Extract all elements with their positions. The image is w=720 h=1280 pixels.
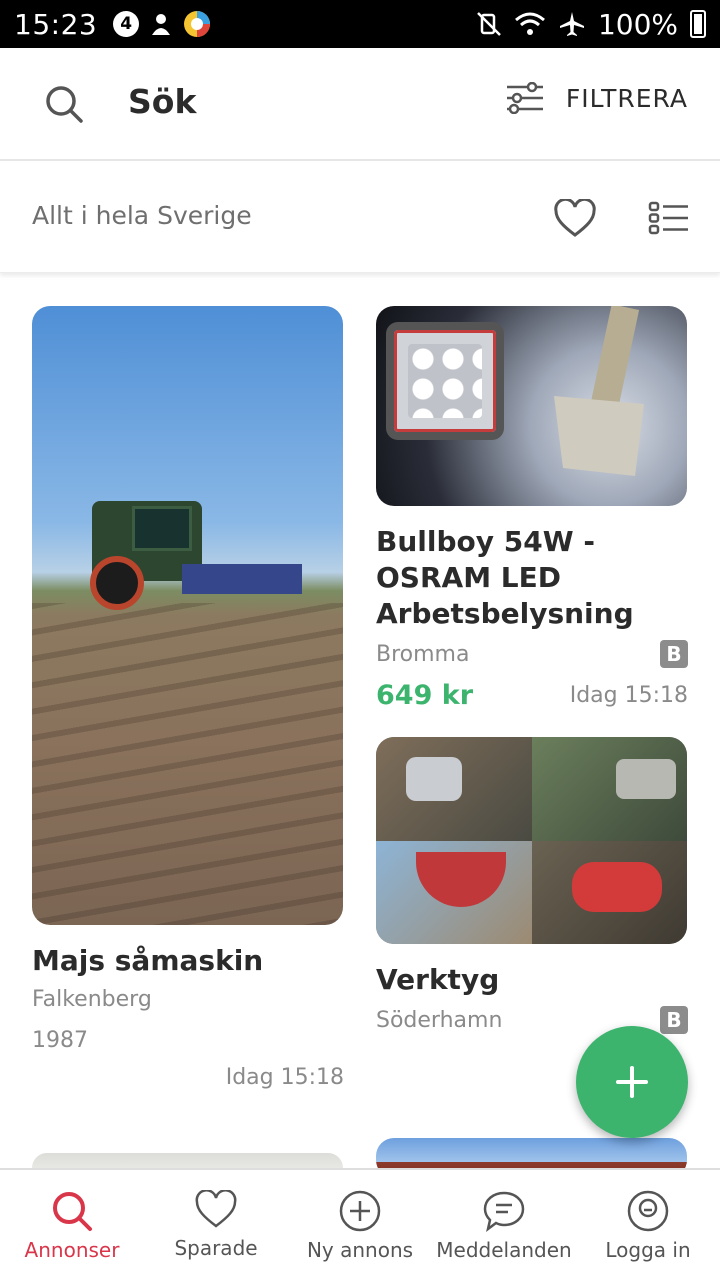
listing-location: Bromma [376,641,470,667]
listing-image[interactable] [376,306,687,506]
listing-title: Majs såmaskin [32,944,264,977]
location-bar: Allt i hela Sverige [0,163,720,273]
nav-meddelanden[interactable]: Meddelanden [432,1170,576,1280]
save-search-heart-icon[interactable] [553,199,597,239]
business-badge: B [660,640,688,668]
nav-label: Annonser [24,1238,120,1262]
nav-logga-in[interactable]: Logga in [576,1170,720,1280]
listing-year: 1987 [32,1028,88,1053]
listing-title: Bullboy 54W - OSRAM LED Arbetsbelysning [376,525,634,630]
sliders-icon [506,82,543,114]
listing-image[interactable] [32,306,343,925]
status-bar: 15:23 4 100% [0,0,720,48]
page-title[interactable]: Sök [128,82,196,121]
listing-card-verktyg[interactable]: Verktyg Söderhamn B [376,737,688,1034]
new-listing-fab[interactable] [576,1026,688,1138]
color-app-icon [184,11,211,37]
listing-image[interactable] [376,737,687,944]
heart-icon [195,1190,237,1228]
nav-sparade[interactable]: Sparade [144,1170,288,1280]
list-view-icon[interactable] [648,201,690,235]
listing-location: Söderhamn [376,1007,503,1033]
status-notification-icons: 4 [113,10,211,38]
notification-count-icon: 4 [113,11,140,37]
add-circle-icon [339,1190,381,1232]
listing-price: 649 kr [376,680,474,711]
nav-label: Sparade [174,1236,258,1260]
nav-label: Ny annons [306,1238,414,1262]
listing-title: Verktyg [376,963,500,996]
listing-time: Idag 15:18 [569,683,688,708]
nav-label: Meddelanden [436,1238,572,1262]
location-selector[interactable]: Allt i hela Sverige [32,201,252,230]
listing-card-majs[interactable]: Majs såmaskin Falkenberg 1987 Idag 15:18 [32,306,344,1090]
battery-percent: 100% [597,7,678,41]
listing-card-bullboy[interactable]: Bullboy 54W - OSRAM LED Arbetsbelysning … [376,306,688,711]
airplane-mode-icon [559,12,584,36]
business-badge: B [660,1006,688,1034]
listing-location: Falkenberg [32,987,152,1012]
search-icon [53,1192,92,1231]
bottom-navigation: Annonser Sparade Ny annons Meddelanden L… [0,1168,720,1280]
user-profile-icon [627,1190,669,1232]
wifi-icon [514,12,545,35]
plus-icon [616,1066,648,1098]
listing-time: Idag 15:18 [225,1065,344,1090]
search-icon[interactable] [44,84,84,124]
filter-label: FILTRERA [565,83,688,113]
search-header: Sök FILTRERA [0,48,720,161]
filter-button[interactable]: FILTRERA [506,82,688,114]
nav-annonser[interactable]: Annonser [0,1170,144,1280]
chat-bubble-icon [483,1191,525,1232]
nav-ny-annons[interactable]: Ny annons [288,1170,432,1280]
mute-icon [477,12,501,36]
battery-icon [690,10,706,38]
nav-label: Logga in [605,1238,691,1262]
status-system-icons: 100% [476,8,706,41]
app-notification-icon [152,14,171,35]
status-time: 15:23 [14,7,98,41]
